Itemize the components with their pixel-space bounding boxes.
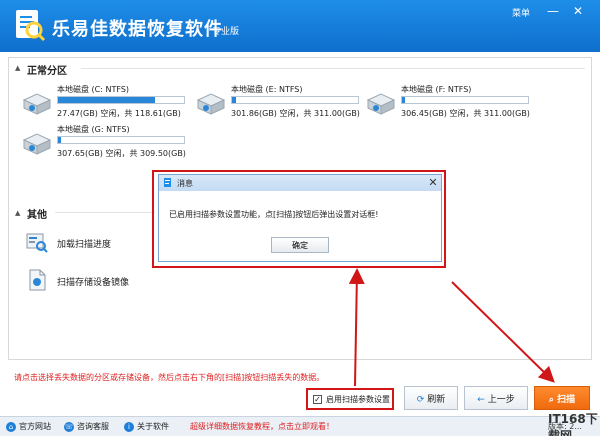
back-button[interactable]: ← 上一步: [464, 386, 528, 410]
dialog-message: 已启用扫描参数设置功能，点[扫描]按钮后弹出设置对话框!: [169, 210, 379, 219]
disk-usage-bar: [401, 96, 529, 104]
close-button[interactable]: ✕: [570, 3, 586, 19]
disk-g[interactable]: 本地磁盘 (G: NTFS) 307.65(GB) 空闲，共 309.50(GB…: [21, 124, 189, 168]
scan-image-item[interactable]: 扫描存储设备镜像: [25, 268, 185, 292]
item-label: 加载扫描进度: [57, 240, 112, 250]
app-logo-icon: [16, 10, 46, 42]
hard-disk-icon: [22, 133, 52, 155]
refresh-icon: ⟳: [416, 394, 425, 405]
back-arrow-icon: ←: [477, 394, 485, 405]
scan-params-checkbox[interactable]: ✓ 启用扫描参数设置: [306, 388, 394, 410]
hard-disk-icon: [196, 93, 226, 115]
checkbox-label: 启用扫描参数设置: [326, 395, 390, 404]
app-title: 乐易佳数据恢复软件: [52, 19, 223, 40]
title-bar: 乐易佳数据恢复软件 专业版 菜单 — ✕: [0, 0, 600, 52]
partitions-heading: 正常分区: [27, 66, 67, 77]
disk-usage-fill: [232, 97, 236, 103]
instruction-hint: 请点击选择丢失数据的分区或存储设备，然后点击右下角的[扫描]按钮扫描丢失的数据。: [14, 373, 325, 382]
load-progress-icon: [26, 233, 48, 253]
collapse-others-icon[interactable]: ▲: [15, 209, 20, 217]
checkbox-check-icon[interactable]: ✓: [313, 395, 322, 404]
about-label: 关于软件: [137, 422, 169, 431]
website-link[interactable]: ⌂ 官方网站: [6, 421, 51, 432]
item-label: 扫描存储设备镜像: [57, 278, 130, 288]
disk-usage-bar: [57, 136, 185, 144]
chat-icon: ☏: [64, 421, 74, 432]
disk-label: 本地磁盘 (F: NTFS): [401, 85, 472, 94]
disk-size: 301.86(GB) 空闲，共 311.00(GB): [231, 109, 360, 118]
disk-label: 本地磁盘 (E: NTFS): [231, 85, 303, 94]
disk-image-icon: [29, 269, 46, 291]
disk-usage-fill: [402, 97, 405, 103]
disk-usage-bar: [231, 96, 359, 104]
hard-disk-icon: [366, 93, 396, 115]
disk-size: 307.65(GB) 空闲，共 309.50(GB): [57, 149, 186, 158]
disk-label: 本地磁盘 (C: NTFS): [57, 85, 130, 94]
disk-usage-bar: [57, 96, 185, 104]
refresh-button[interactable]: ⟳ 刷新: [404, 386, 458, 410]
support-label: 咨询客服: [77, 422, 109, 431]
bottom-bar: ⌂ 官方网站 ☏ 咨询客服 i 关于软件 超级详细数据恢复教程，点击立即观看！ 版本:…: [0, 416, 600, 436]
scan-label: 扫描: [557, 394, 576, 405]
disk-label: 本地磁盘 (G: NTFS): [57, 125, 130, 134]
others-heading: 其他: [27, 210, 47, 221]
disk-e[interactable]: 本地磁盘 (E: NTFS) 301.86(GB) 空闲，共 311.00(GB…: [195, 84, 363, 128]
disk-f[interactable]: 本地磁盘 (F: NTFS) 306.45(GB) 空闲，共 311.00(GB…: [365, 84, 533, 128]
divider: [55, 212, 155, 213]
disk-size: 306.45(GB) 空闲，共 311.00(GB): [401, 109, 530, 118]
disk-usage-fill: [58, 97, 155, 103]
message-dialog: 消息 ✕ 已启用扫描参数设置功能，点[扫描]按钮后弹出设置对话框! 确定: [158, 174, 442, 262]
dialog-close-button[interactable]: ✕: [425, 175, 441, 191]
back-label: 上一步: [487, 394, 515, 405]
about-link[interactable]: i 关于软件: [124, 421, 169, 432]
minimize-button[interactable]: —: [545, 3, 561, 19]
collapse-partitions-icon[interactable]: ▲: [15, 64, 20, 72]
divider: [81, 68, 585, 69]
dialog-header: 消息 ✕: [159, 175, 441, 191]
scan-button[interactable]: ⌕ 扫描: [534, 386, 590, 410]
app-logo-icon: [164, 178, 171, 187]
hard-disk-icon: [22, 93, 52, 115]
watermark: IT168下载网: [548, 412, 598, 436]
support-link[interactable]: ☏ 咨询客服: [64, 421, 109, 432]
disk-size: 27.47(GB) 空闲，共 118.61(GB): [57, 109, 181, 118]
dialog-ok-button[interactable]: 确定: [271, 237, 329, 253]
info-icon: i: [124, 421, 134, 432]
refresh-label: 刷新: [427, 394, 446, 405]
disk-c[interactable]: 本地磁盘 (C: NTFS) 27.47(GB) 空闲，共 118.61(GB): [21, 84, 189, 128]
tutorial-promo-link[interactable]: 超级详细数据恢复教程，点击立即观看！: [190, 421, 334, 432]
disk-usage-fill: [58, 137, 61, 143]
website-label: 官方网站: [19, 422, 51, 431]
edition-label: 专业版: [212, 27, 240, 37]
dialog-title: 消息: [177, 179, 193, 188]
search-icon: ⌕: [548, 394, 554, 405]
home-icon: ⌂: [6, 421, 16, 432]
menu-button[interactable]: 菜单: [502, 5, 540, 19]
